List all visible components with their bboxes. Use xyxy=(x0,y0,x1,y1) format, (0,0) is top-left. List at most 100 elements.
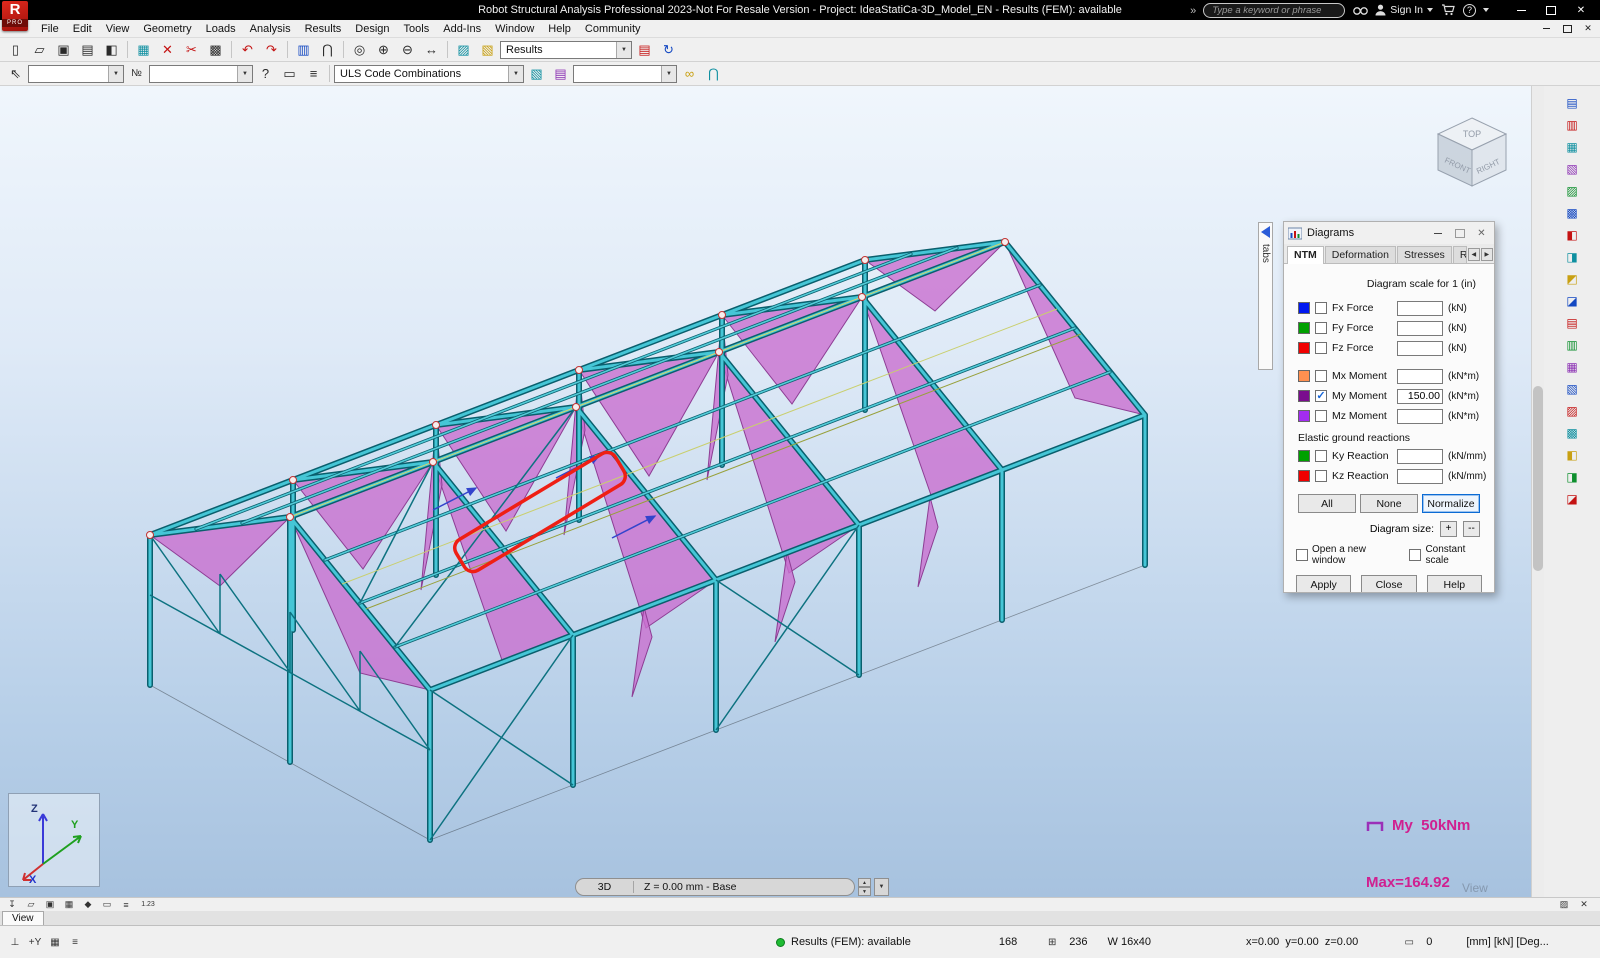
right-rail-button[interactable]: ▧ xyxy=(1562,160,1582,178)
mdi-close-button[interactable] xyxy=(1582,23,1594,35)
zoom-out-button[interactable] xyxy=(396,39,419,60)
preferences-button[interactable] xyxy=(657,39,680,60)
bottom-toolbar-button[interactable]: ▦ xyxy=(61,899,77,911)
menu-analysis[interactable]: Analysis xyxy=(243,20,298,38)
vertical-scrollbar[interactable] xyxy=(1531,86,1544,897)
right-rail-button[interactable]: ◪ xyxy=(1562,292,1582,310)
right-rail-button[interactable]: ◨ xyxy=(1562,248,1582,266)
right-rail-button[interactable]: ◪ xyxy=(1562,490,1582,508)
layers-button[interactable]: ≡ xyxy=(66,934,84,950)
results-diagrams-icon[interactable] xyxy=(476,39,499,60)
right-rail-button[interactable]: ▨ xyxy=(1562,182,1582,200)
fy-force-checkbox[interactable] xyxy=(1315,322,1327,334)
member-selection-combo[interactable] xyxy=(149,65,253,83)
member-numbers-button[interactable] xyxy=(125,63,148,84)
right-rail-button[interactable]: ▧ xyxy=(1562,380,1582,398)
right-rail-button[interactable]: ▨ xyxy=(1562,402,1582,420)
delete-button[interactable] xyxy=(156,39,179,60)
sign-in-button[interactable]: Sign In xyxy=(1375,4,1433,16)
open-new-window-checkbox[interactable] xyxy=(1296,549,1308,561)
tab-scroll-left-button[interactable] xyxy=(1468,248,1480,261)
plane-up-button[interactable] xyxy=(858,878,871,887)
menu-edit[interactable]: Edit xyxy=(66,20,99,38)
pan-button[interactable] xyxy=(420,39,443,60)
plane-dropdown-button[interactable] xyxy=(874,878,889,896)
my-moment-checkbox[interactable] xyxy=(1315,390,1327,402)
tables-button[interactable] xyxy=(292,39,315,60)
print-button[interactable] xyxy=(76,39,99,60)
3d-viewport[interactable]: TOP FRONT RIGHT Z Y X xyxy=(0,86,1531,897)
view-layout-tab[interactable]: View xyxy=(2,911,44,925)
bottom-toolbar-button[interactable]: 1.23 xyxy=(137,899,159,911)
open-project-button[interactable] xyxy=(28,39,51,60)
right-rail-button[interactable]: ▦ xyxy=(1562,358,1582,376)
combo-arrow-icon[interactable] xyxy=(508,66,523,82)
right-rail-button[interactable]: ▤ xyxy=(1562,94,1582,112)
normalize-button[interactable]: Normalize xyxy=(1422,494,1480,513)
kz-reaction-checkbox[interactable] xyxy=(1315,470,1327,482)
results-map-button[interactable] xyxy=(633,39,656,60)
bottom-toolbar-button[interactable]: ◆ xyxy=(80,899,96,911)
fx-force-input[interactable] xyxy=(1397,301,1443,316)
close-dialog-button[interactable]: Close xyxy=(1361,575,1416,593)
combo-arrow-icon[interactable] xyxy=(616,42,631,58)
combo-arrow-icon[interactable] xyxy=(661,66,676,82)
chevron-icon[interactable] xyxy=(1190,1,1196,19)
binoculars-icon[interactable] xyxy=(1352,2,1368,18)
tab-stresses[interactable]: Stresses xyxy=(1397,246,1452,263)
print-preview-button[interactable] xyxy=(100,39,123,60)
menu-window[interactable]: Window xyxy=(488,20,541,38)
tab-ntm[interactable]: NTM xyxy=(1287,246,1324,264)
diagram-combinations-button[interactable] xyxy=(549,63,572,84)
calculator-button[interactable] xyxy=(204,39,227,60)
my-moment-input[interactable] xyxy=(1397,389,1443,404)
menu-community[interactable]: Community xyxy=(578,20,648,38)
combo-arrow-icon[interactable] xyxy=(108,66,123,82)
fx-force-checkbox[interactable] xyxy=(1315,302,1327,314)
menu-help[interactable]: Help xyxy=(541,20,578,38)
results-layout-combo[interactable]: Results xyxy=(500,41,632,59)
all-button[interactable]: All xyxy=(1298,494,1356,513)
combo-arrow-icon[interactable] xyxy=(237,66,252,82)
fz-force-checkbox[interactable] xyxy=(1315,342,1327,354)
menu-tools[interactable]: Tools xyxy=(397,20,437,38)
right-rail-button[interactable]: ◧ xyxy=(1562,446,1582,464)
expand-panel-arrow-icon[interactable] xyxy=(1261,226,1270,238)
help-icon[interactable] xyxy=(1463,4,1476,17)
mz-moment-input[interactable] xyxy=(1397,409,1443,424)
zoom-in-button[interactable] xyxy=(372,39,395,60)
bottom-toolbar-button[interactable]: ↧ xyxy=(4,899,20,911)
screen-capture-button[interactable] xyxy=(132,39,155,60)
plane-down-button[interactable] xyxy=(858,887,871,896)
keyword-search-input[interactable] xyxy=(1203,3,1345,18)
close-button[interactable] xyxy=(1566,0,1596,20)
view-display-button[interactable] xyxy=(452,39,475,60)
view-mode-selector[interactable]: 3D xyxy=(576,881,634,893)
diagram-cases-button[interactable] xyxy=(525,63,548,84)
load-case-combo[interactable]: ULS Code Combinations xyxy=(334,65,524,83)
axis-display-button[interactable]: +Y xyxy=(26,934,44,950)
menu-add-ins[interactable]: Add-Ins xyxy=(436,20,488,38)
viewcube-top-label[interactable]: TOP xyxy=(1463,129,1481,139)
mx-moment-checkbox[interactable] xyxy=(1315,370,1327,382)
tab-deformation[interactable]: Deformation xyxy=(1325,246,1396,263)
fz-force-input[interactable] xyxy=(1397,341,1443,356)
ky-reaction-checkbox[interactable] xyxy=(1315,450,1327,462)
tab-scroll-right-button[interactable] xyxy=(1481,248,1493,261)
snap-settings-button[interactable]: ⊥ xyxy=(6,934,24,950)
diagram-size-plus-button[interactable]: + xyxy=(1440,521,1457,537)
mx-moment-input[interactable] xyxy=(1397,369,1443,384)
bottom-toolbar-button[interactable]: ▱ xyxy=(23,899,39,911)
right-rail-button[interactable]: ▤ xyxy=(1562,314,1582,332)
fy-force-input[interactable] xyxy=(1397,321,1443,336)
redo-button[interactable] xyxy=(260,39,283,60)
bottom-toolbar-button[interactable]: ▣ xyxy=(42,899,58,911)
dialog-minimize-button[interactable] xyxy=(1429,226,1446,241)
bottom-right-button[interactable]: ▨ xyxy=(1556,899,1572,911)
menu-design[interactable]: Design xyxy=(348,20,396,38)
new-project-button[interactable] xyxy=(4,39,27,60)
view-cube[interactable]: TOP FRONT RIGHT xyxy=(1432,112,1512,192)
right-rail-button[interactable]: ◩ xyxy=(1562,270,1582,288)
scrollbar-thumb[interactable] xyxy=(1533,386,1543,571)
help-button[interactable]: Help xyxy=(1427,575,1482,593)
